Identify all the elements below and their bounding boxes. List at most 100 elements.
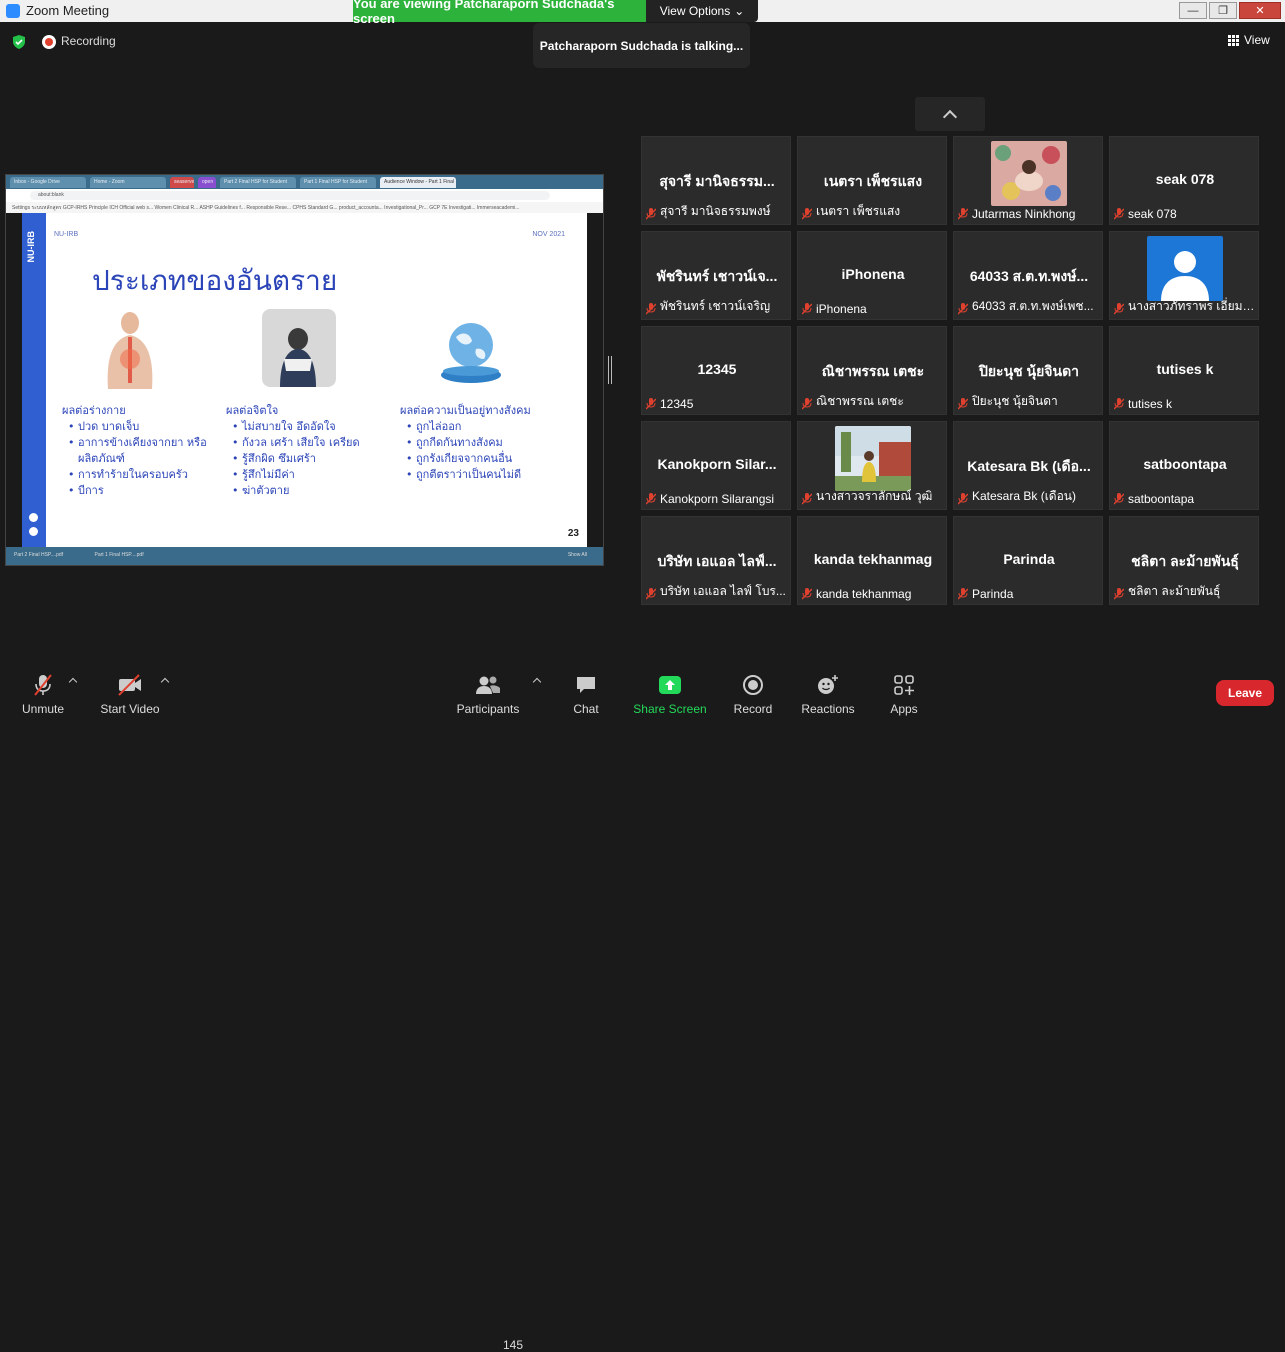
window-title: Zoom Meeting — [26, 3, 110, 18]
participant-tile[interactable]: 64033 ส.ต.ท.พงษ์... 64033 ส.ต.ท.พงษ์เพช..… — [953, 231, 1103, 320]
participant-tile[interactable]: สุจารี มานิจธรรม... สุจารี มานิจธรรมพงษ์ — [641, 136, 791, 225]
participant-tile[interactable]: Katesara Bk (เดือ... Katesara Bk (เดือน) — [953, 421, 1103, 510]
shield-icon[interactable] — [11, 34, 27, 50]
list-item: ถูกตีตราว่าเป็นคนไม่ดี — [406, 467, 531, 483]
participant-tile[interactable]: นางสาวจราลักษณ์ วุฒิ — [797, 421, 947, 510]
participant-name: นางสาวภัทราพร เอี่ยมเ... — [1128, 299, 1256, 313]
share-screen-button[interactable]: Share Screen — [632, 665, 708, 720]
participant-name: ณิชาพรรณ เตชะ — [816, 394, 904, 408]
leave-button[interactable]: Leave — [1216, 680, 1274, 706]
participant-tile[interactable]: satboontapa satboontapa — [1109, 421, 1259, 510]
microphone-muted-icon — [957, 397, 969, 410]
view-options-button[interactable]: View Options ⌄ — [646, 0, 758, 22]
participant-tile[interactable]: 12345 12345 — [641, 326, 791, 415]
social-effects-column: ผลต่อความเป็นอยู่ทางสังคม ถูกไล่ออก ถูกก… — [400, 403, 531, 483]
participant-tile[interactable]: พัชรินทร์ เชาวน์เจ... พัชรินทร์ เชาวน์เจร… — [641, 231, 791, 320]
record-button[interactable]: Record — [732, 665, 774, 720]
maximize-button[interactable]: ❐ — [1209, 2, 1237, 19]
gallery-scroll-up-button[interactable] — [915, 97, 985, 131]
chat-button[interactable]: Chat — [566, 665, 606, 720]
participant-display-name: บริษัท เอแอล ไลฟ์... — [657, 553, 777, 569]
participant-photo — [835, 426, 911, 491]
list-item: รู้สึกไม่มีค่า — [232, 467, 360, 483]
slide-title: ประเภทของอันตราย — [92, 264, 338, 297]
chevron-down-icon: ⌄ — [734, 4, 745, 18]
slide-date: NOV 2021 — [532, 231, 565, 238]
physical-effects-column: ผลต่อร่างกาย ปวด บาดเจ็บ อาการข้างเคียงจ… — [62, 403, 208, 499]
participant-tile[interactable]: iPhonena iPhonena — [797, 231, 947, 320]
participant-tile[interactable]: Jutarmas Ninkhong — [953, 136, 1103, 225]
column-heading: ผลต่อร่างกาย — [62, 404, 126, 417]
participant-display-name: 64033 ส.ต.ท.พงษ์... — [969, 268, 1089, 284]
participant-tile[interactable]: Parinda Parinda — [953, 516, 1103, 605]
unmute-label: Unmute — [21, 702, 65, 716]
column-heading: ผลต่อจิตใจ — [226, 404, 279, 417]
participant-tile[interactable]: ณิชาพรรณ เตชะ ณิชาพรรณ เตชะ — [797, 326, 947, 415]
participant-name: สุจารี มานิจธรรมพงษ์ — [660, 204, 771, 218]
participants-options-caret[interactable] — [532, 677, 542, 687]
participant-tile[interactable]: tutises k tutises k — [1109, 326, 1259, 415]
start-video-button[interactable]: Start Video — [100, 665, 160, 720]
talking-indicator: Patcharaporn Sudchada is talking... — [533, 23, 750, 68]
microphone-muted-icon — [1113, 397, 1125, 410]
list-item: รู้สึกผิด ซึมเศร้า — [232, 451, 360, 467]
participant-tile[interactable]: ชลิตา ละม้ายพันธุ์ ชลิตา ละม้ายพันธุ์ — [1109, 516, 1259, 605]
window-controls: — ❐ ✕ — [1179, 2, 1281, 19]
participant-name: พัชรินทร์ เชาวน์เจริญ — [660, 299, 771, 313]
slide-dot — [29, 513, 38, 522]
participant-display-name: iPhonena — [841, 266, 905, 282]
participant-display-name: เนตรา เพ็ชรแสง — [823, 173, 923, 189]
share-screen-label: Share Screen — [633, 702, 707, 716]
participant-tile[interactable]: seak 078 seak 078 — [1109, 136, 1259, 225]
participant-tile[interactable]: kanda tekhanmag kanda tekhanmag — [797, 516, 947, 605]
participant-name: บริษัท เอแอล ไลฟ์ โบร... — [660, 584, 786, 598]
close-button[interactable]: ✕ — [1239, 2, 1281, 19]
downloads-bar: Part 2 Final HSP....pdf Part 1 Final HSP… — [6, 547, 603, 565]
reactions-icon — [818, 675, 838, 694]
unmute-button[interactable]: Unmute — [20, 665, 66, 720]
apps-button[interactable]: Apps — [884, 665, 924, 720]
video-options-caret[interactable] — [160, 677, 170, 687]
slide-dot — [29, 527, 38, 536]
apps-icon — [894, 675, 914, 695]
microphone-muted-icon — [801, 397, 813, 410]
audio-options-caret[interactable] — [68, 677, 78, 687]
microphone-muted-icon — [801, 492, 813, 505]
browser-tab-badge: seaserved — [170, 177, 194, 188]
participant-tile[interactable]: ปิยะนุช นุ้ยจินดา ปิยะนุช นุ้ยจินดา — [953, 326, 1103, 415]
sad-person-image — [262, 309, 336, 387]
participant-name: Kanokporn Silarangsi — [660, 492, 775, 506]
participant-tile[interactable]: Kanokporn Silar... Kanokporn Silarangsi — [641, 421, 791, 510]
participant-name: Parinda — [972, 587, 1014, 601]
minimize-button[interactable]: — — [1179, 2, 1207, 19]
participant-name: kanda tekhanmag — [816, 587, 912, 601]
reactions-button[interactable]: Reactions — [800, 665, 856, 720]
list-item: บีการ — [68, 483, 208, 499]
reactions-label: Reactions — [801, 702, 855, 716]
participant-tile[interactable]: นางสาวภัทราพร เอี่ยมเ... — [1109, 231, 1259, 320]
view-options-label: View Options — [659, 4, 731, 18]
slide-org: NU-IRB — [54, 231, 79, 238]
viewing-screen-banner: You are viewing Patcharaporn Sudchada's … — [353, 0, 646, 26]
chat-icon — [577, 677, 595, 693]
grid-icon — [1228, 34, 1239, 46]
participants-button[interactable]: Participants — [456, 665, 520, 720]
participant-display-name: satboontapa — [1143, 456, 1227, 472]
participant-display-name: tutises k — [1156, 361, 1214, 377]
presentation-slide: NU-IRB NU-IRB NOV 2021 ประเภทของอันตราย — [22, 213, 587, 547]
record-label: Record — [733, 702, 773, 716]
column-heading: ผลต่อความเป็นอยู่ทางสังคม — [400, 404, 531, 417]
microphone-muted-icon — [645, 587, 657, 600]
avatar — [1147, 236, 1223, 301]
list-item: ฆ่าตัวตาย — [232, 483, 360, 499]
bookmarks-bar: Settings ระบบหลักสูตร GCP-IRHS Principle… — [6, 202, 603, 213]
participant-tile[interactable]: บริษัท เอแอล ไลฟ์... บริษัท เอแอล ไลฟ์ โบ… — [641, 516, 791, 605]
split-resize-handle[interactable] — [608, 356, 612, 384]
participant-name: iPhonena — [816, 302, 867, 316]
participant-name: satboontapa — [1128, 492, 1195, 506]
microphone-muted-icon — [645, 397, 657, 410]
participant-tile[interactable]: เนตรา เพ็ชรแสง เนตรา เพ็ชรแสง — [797, 136, 947, 225]
participant-display-name: ณิชาพรรณ เตชะ — [821, 363, 925, 379]
view-button[interactable]: View — [1228, 33, 1270, 47]
participant-name: Katesara Bk (เดือน) — [972, 489, 1076, 503]
